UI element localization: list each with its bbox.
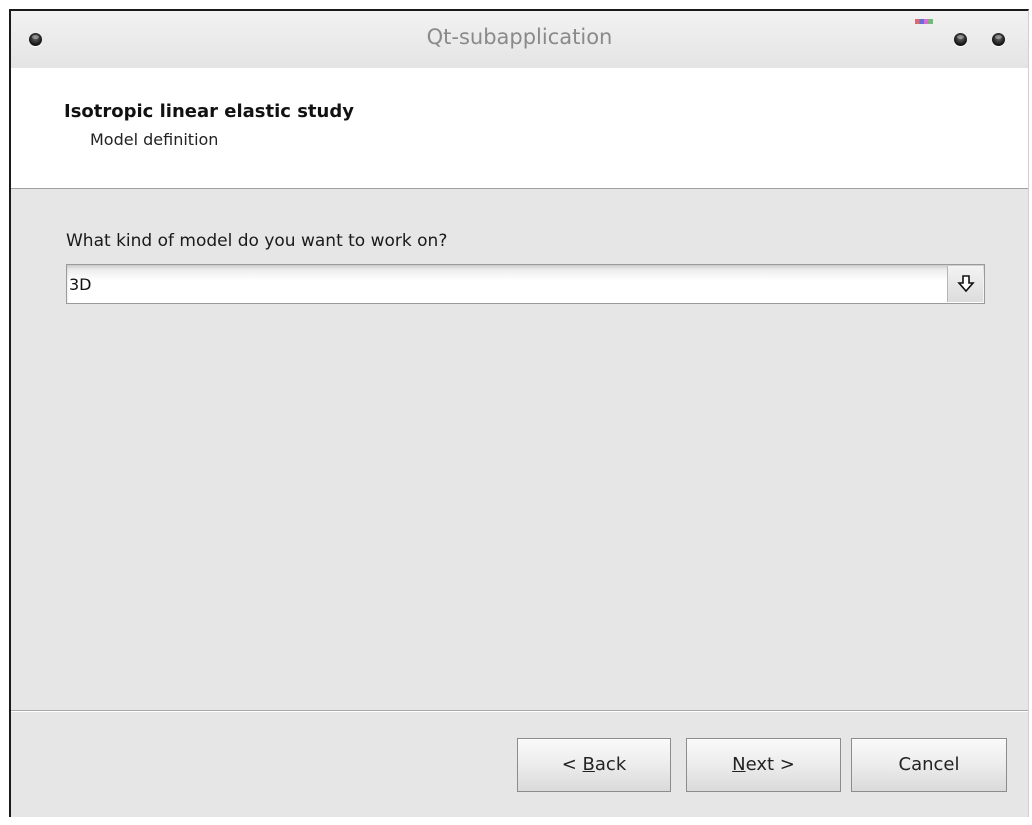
back-button[interactable]: < Back (517, 738, 671, 792)
next-button[interactable]: Next > (686, 738, 841, 792)
cancel-button[interactable]: Cancel (851, 738, 1007, 792)
next-button-mnemonic: N (732, 754, 746, 775)
wizard-window: Qt-subapplication Isotropic linear elast… (9, 9, 1029, 817)
minimize-icon[interactable] (954, 33, 967, 46)
app-logo-icon (915, 19, 933, 24)
arrow-down-icon (957, 275, 975, 293)
back-button-mnemonic: B (582, 754, 595, 775)
window-title: Qt-subapplication (426, 25, 613, 49)
back-button-prefix: < (561, 754, 583, 775)
title-bar[interactable]: Qt-subapplication (11, 11, 1028, 68)
button-separator (11, 710, 1028, 712)
close-icon[interactable] (992, 33, 1005, 46)
page-subtitle: Model definition (90, 130, 219, 149)
back-button-label: ack (594, 754, 627, 775)
next-button-label: ext > (745, 754, 795, 775)
wizard-header: Isotropic linear elastic study Model def… (11, 68, 1028, 189)
model-question-label: What kind of model do you want to work o… (66, 231, 448, 251)
page-title: Isotropic linear elastic study (64, 101, 354, 122)
combobox-value: 3D (69, 275, 92, 294)
model-type-combobox[interactable]: 3D (66, 264, 985, 304)
combobox-dropdown-button[interactable] (947, 266, 983, 302)
